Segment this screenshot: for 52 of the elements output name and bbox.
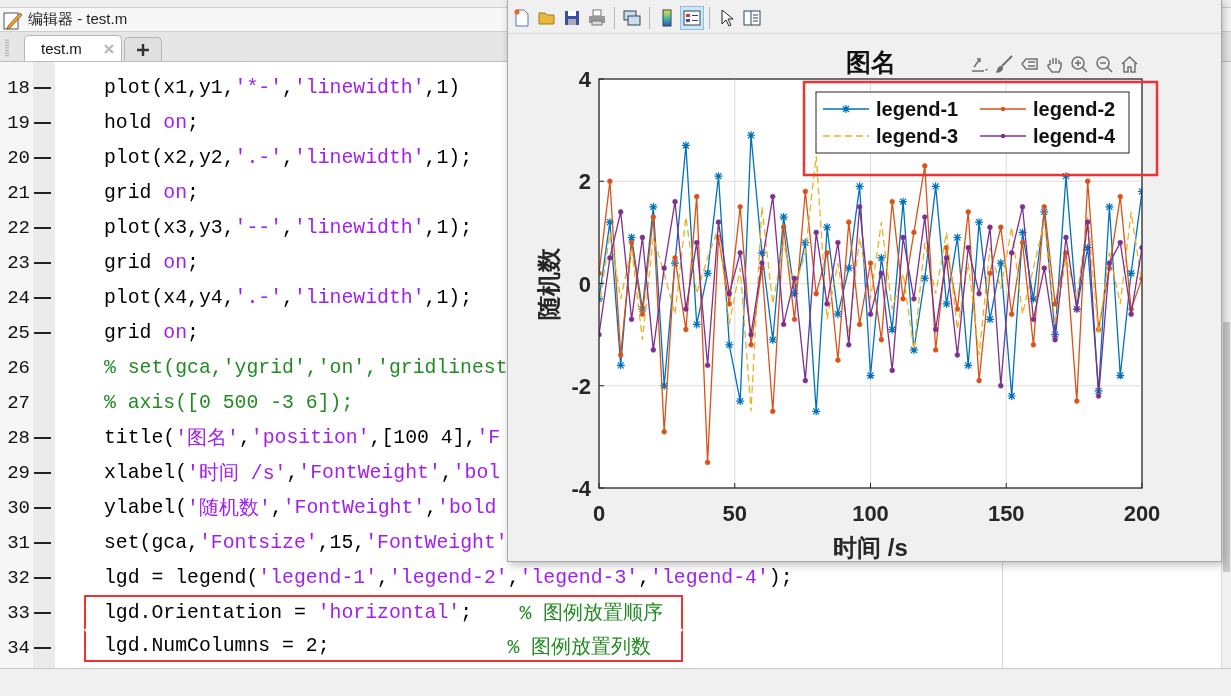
code-line: grid on; bbox=[103, 180, 200, 206]
line-number: 19 bbox=[6, 111, 30, 134]
line-number: 21 bbox=[6, 181, 30, 204]
axis-label: 随机数 bbox=[535, 247, 562, 320]
code-line: lgd = legend('legend-1','legend-2','legend-3','legend-4'); bbox=[103, 565, 794, 591]
line-number: 26 bbox=[6, 356, 30, 379]
line-number: 34 bbox=[6, 636, 30, 659]
tick-label: 50 bbox=[722, 501, 747, 526]
legend-label: legend-4 bbox=[1033, 125, 1116, 147]
line-number: 24 bbox=[6, 286, 30, 309]
tick-label: -4 bbox=[571, 476, 591, 501]
line-number: 27 bbox=[6, 391, 30, 414]
tick-label: 100 bbox=[852, 501, 889, 526]
code-line: % axis([0 500 -3 6]); bbox=[103, 390, 355, 416]
code-line: title('图名','position',[100 4],'F bbox=[103, 425, 502, 452]
line-number: 29 bbox=[6, 461, 30, 484]
line-number: 28 bbox=[6, 426, 30, 449]
line-number: 33 bbox=[6, 601, 30, 624]
tick-label: 200 bbox=[1123, 501, 1161, 526]
code-line: ylabel('随机数','FontWeight','bold bbox=[103, 495, 498, 522]
code-line: hold on; bbox=[103, 110, 200, 136]
tick-label: 2 bbox=[578, 169, 591, 195]
line-number: 23 bbox=[6, 251, 30, 274]
line-number: 30 bbox=[6, 496, 30, 519]
code-line: plot(x1,y1,'*-','linewidth',1) bbox=[103, 75, 462, 101]
line-number: 31 bbox=[6, 531, 30, 554]
line-number: 32 bbox=[6, 566, 30, 589]
tick-label: 0 bbox=[578, 271, 591, 297]
code-line: grid on; bbox=[103, 250, 200, 276]
legend-label: legend-3 bbox=[876, 125, 959, 147]
code-line: xlabel('时间 /s','FontWeight','bol bbox=[103, 460, 502, 487]
line-number: 22 bbox=[6, 216, 30, 239]
line-number: 25 bbox=[6, 321, 30, 344]
tick-label: 0 bbox=[592, 501, 606, 526]
chart-title: 图名 bbox=[845, 48, 896, 77]
editor-title: 编辑器 - test.m bbox=[28, 10, 128, 29]
line-number: 20 bbox=[6, 146, 30, 169]
legend-label: legend-1 bbox=[876, 98, 959, 120]
tick-label: 150 bbox=[987, 501, 1025, 526]
code-line: lgd.NumColumns = 2; % 图例放置列数 bbox=[84, 630, 683, 662]
tick-label: -2 bbox=[571, 373, 591, 399]
code-line: plot(x2,y2,'.-','linewidth',1); bbox=[103, 145, 473, 171]
code-line: plot(x4,y4,'.-','linewidth',1); bbox=[103, 285, 473, 311]
code-line: set(gca,'Fontsize',15,'FontWeight' bbox=[103, 530, 509, 556]
line-number: 18 bbox=[6, 76, 30, 99]
tick-label: 4 bbox=[578, 67, 591, 92]
code-line: plot(x3,y3,'--','linewidth',1); bbox=[103, 215, 473, 241]
code-line: % set(gca,'ygrid','on','gridlinest bbox=[103, 355, 509, 381]
axis-label: 时间 /s bbox=[833, 534, 908, 561]
legend-label: legend-2 bbox=[1033, 98, 1116, 120]
code-line: grid on; bbox=[103, 320, 200, 346]
code-line: lgd.Orientation = 'horizontal'; % 图例放置顺序 bbox=[84, 595, 683, 630]
